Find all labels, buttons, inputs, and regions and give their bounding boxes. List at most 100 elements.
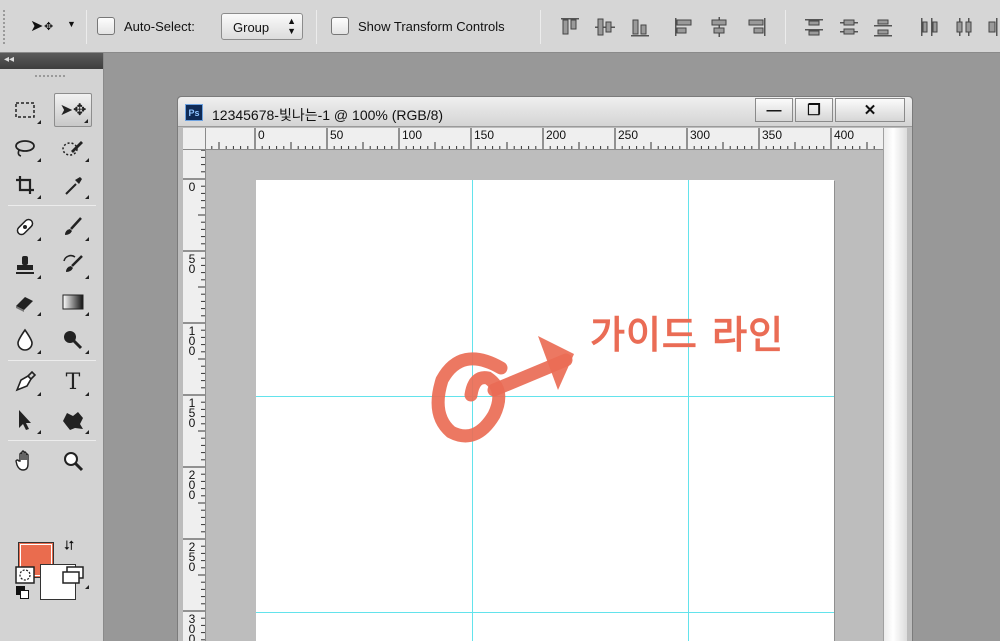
photoshop-icon: Ps	[185, 104, 203, 121]
quick-selection-tool[interactable]	[54, 131, 92, 165]
dodge-tool[interactable]	[54, 323, 92, 357]
custom-shape-tool[interactable]	[54, 403, 92, 437]
lasso-icon	[15, 140, 35, 157]
move-icon: ➤✥	[59, 102, 87, 119]
ruler-label: 100	[402, 128, 423, 142]
lasso-tool[interactable]	[6, 131, 44, 165]
path-selection-icon	[19, 410, 31, 430]
hand-icon	[15, 450, 29, 471]
document-window: Ps 12345678-빛나는-1 @ 100% (RGB/8) — ❐ ✕ 0…	[177, 96, 913, 641]
crop-tool[interactable]	[6, 168, 44, 202]
move-tool[interactable]: ➤✥	[54, 93, 92, 127]
hand-tool[interactable]	[6, 444, 44, 478]
tools-panel-header[interactable]: ◂◂	[0, 53, 103, 69]
canvas-area: 가이드 라인	[207, 151, 883, 641]
align-vertical-centers-button[interactable]	[593, 15, 617, 39]
gradient-tool[interactable]	[54, 285, 92, 319]
path-selection-tool[interactable]	[6, 403, 44, 437]
swap-colors-icon[interactable]: ⮃	[64, 538, 74, 554]
divider	[86, 10, 87, 44]
clone-stamp-icon	[16, 256, 34, 274]
restore-button[interactable]: ❐	[795, 98, 833, 122]
pen-tool[interactable]	[6, 365, 44, 399]
ruler-label: 0	[258, 128, 265, 142]
ruler-label: 400	[834, 128, 855, 142]
divider	[316, 10, 317, 44]
show-transform-label: Show Transform Controls	[358, 19, 505, 34]
auto-select-value: Group	[233, 20, 270, 35]
divider	[8, 205, 96, 206]
ruler-label: 200	[188, 468, 196, 502]
divider	[8, 440, 96, 441]
options-bar-grip[interactable]	[3, 10, 9, 44]
horizontal-ruler[interactable]: 0 50 100 150 200 250 300 350 400	[206, 128, 883, 150]
ruler-label: 250	[188, 540, 196, 574]
eraser-icon	[16, 297, 33, 312]
auto-select-checkbox[interactable]	[97, 17, 115, 35]
distribute-top-edges-button[interactable]	[802, 15, 826, 39]
vertical-scrollbar[interactable]	[883, 128, 907, 641]
ruler-label: 250	[618, 128, 639, 142]
ruler-label: 300	[188, 612, 196, 641]
align-bottom-edges-button[interactable]	[628, 15, 652, 39]
brush-tool[interactable]	[54, 210, 92, 244]
show-transform-checkbox[interactable]	[331, 17, 349, 35]
vertical-guide[interactable]	[688, 180, 689, 641]
document-canvas[interactable]: 가이드 라인	[256, 180, 834, 641]
ruler-label: 150	[188, 396, 196, 430]
rectangular-marquee-icon	[15, 102, 35, 118]
align-left-edges-button[interactable]	[672, 15, 696, 39]
ruler-label: 300	[690, 128, 711, 142]
distribute-horizontal-centers-button[interactable]	[952, 15, 976, 39]
tool-preset-picker[interactable]: ➤ ✥ ▼	[26, 14, 82, 38]
move-tool-icon: ➤	[30, 18, 44, 35]
quick-mask-button[interactable]	[6, 558, 44, 592]
history-brush-tool[interactable]	[54, 248, 92, 282]
tools-panel-grip[interactable]	[35, 75, 65, 79]
distribute-left-edges-button[interactable]	[917, 15, 941, 39]
align-horizontal-centers-button[interactable]	[707, 15, 731, 39]
close-button[interactable]: ✕	[835, 98, 905, 122]
blur-icon	[17, 328, 33, 351]
distribute-bottom-edges-button[interactable]	[871, 15, 895, 39]
divider	[540, 10, 541, 44]
ruler-label: 0	[188, 180, 196, 194]
annotation-arrow	[431, 336, 574, 443]
clone-stamp-tool[interactable]	[6, 248, 44, 282]
move-cross-icon: ✥	[44, 21, 54, 33]
custom-shape-icon	[63, 412, 83, 430]
ruler-label: 50	[188, 252, 196, 276]
rectangular-marquee-tool[interactable]	[6, 93, 44, 127]
ruler-label: 50	[330, 128, 344, 142]
distribute-right-edges-button[interactable]	[986, 15, 1000, 39]
align-top-edges-button[interactable]	[558, 15, 582, 39]
healing-brush-icon	[16, 218, 34, 236]
align-right-edges-button[interactable]	[744, 15, 768, 39]
auto-select-dropdown[interactable]: Group ▲ ▼	[221, 13, 303, 40]
zoom-tool[interactable]	[54, 444, 92, 478]
healing-brush-tool[interactable]	[6, 210, 44, 244]
eyedropper-tool[interactable]	[54, 168, 92, 202]
minimize-button[interactable]: —	[755, 98, 793, 122]
distribute-vertical-centers-button[interactable]	[837, 15, 861, 39]
blur-tool[interactable]	[6, 323, 44, 357]
ruler-label: 350	[762, 128, 783, 142]
document-title: 12345678-빛나는-1 @ 100% (RGB/8)	[212, 107, 444, 123]
type-tool[interactable]: T	[54, 365, 92, 399]
crop-icon	[16, 176, 34, 194]
horizontal-guide[interactable]	[256, 612, 834, 613]
screen-mode-button[interactable]	[54, 558, 92, 592]
vertical-ruler[interactable]: 0 50 100 150 200 250 300	[183, 150, 206, 641]
eraser-tool[interactable]	[6, 285, 44, 319]
ruler-origin[interactable]	[183, 128, 206, 150]
ruler-label: 150	[474, 128, 495, 142]
screen-mode-icon	[62, 566, 84, 584]
tools-panel: ◂◂ ➤✥ T ⮃	[0, 53, 104, 641]
dodge-icon	[64, 331, 83, 350]
eyedropper-icon	[65, 177, 82, 195]
type-icon: T	[65, 369, 81, 395]
pen-icon	[15, 370, 37, 392]
collapse-icon[interactable]: ◂◂	[4, 54, 14, 65]
gradient-icon	[62, 294, 84, 310]
document-title-bar[interactable]: Ps 12345678-빛나는-1 @ 100% (RGB/8) — ❐ ✕	[178, 97, 912, 127]
